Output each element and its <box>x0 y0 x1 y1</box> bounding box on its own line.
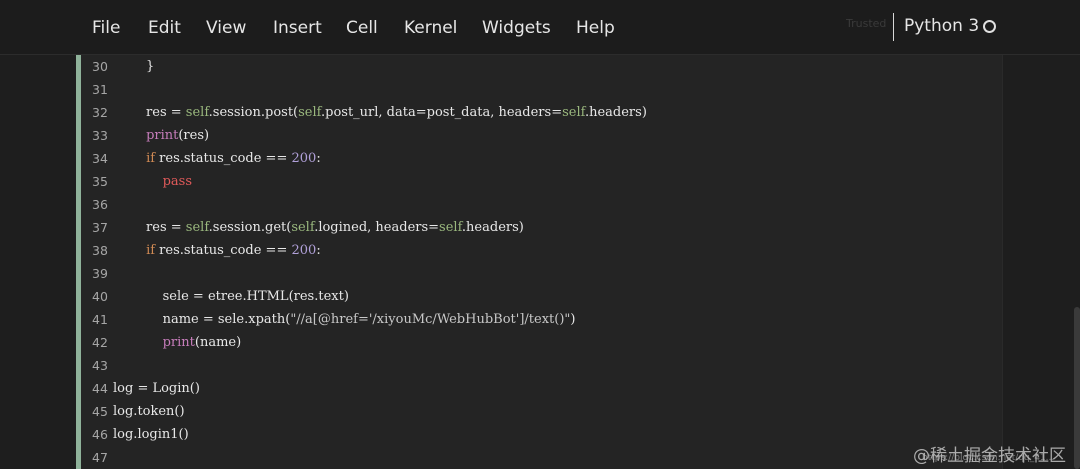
menu-bar: File Edit View Insert Cell Kernel Widget… <box>0 0 1080 55</box>
code-text: log.login1() <box>113 427 189 442</box>
line-number: 39 <box>92 266 108 281</box>
line-number: 31 <box>92 82 108 97</box>
code-text: name = sele.xpath("//a[@href='/xiyouMc/W… <box>113 312 576 327</box>
kernel-name[interactable]: Python 3 <box>904 16 979 36</box>
code-text: sele = etree.HTML(res.text) <box>113 289 349 304</box>
code-line: 36 <box>0 193 900 216</box>
menu-widgets[interactable]: Widgets <box>482 17 551 39</box>
code-text: pass <box>162 174 193 189</box>
menu-cell[interactable]: Cell <box>346 17 378 39</box>
code-line: 42 print(name) <box>0 331 900 354</box>
menu-kernel[interactable]: Kernel <box>404 17 457 39</box>
code-line: 39 <box>0 262 900 285</box>
code-text: if res.status_code == 200: <box>146 151 321 166</box>
code-line: 35 pass <box>0 170 900 193</box>
code-line: 41 name = sele.xpath("//a[@href='/xiyouM… <box>0 308 900 331</box>
code-line: 47 <box>0 446 900 469</box>
code-text: print(res) <box>146 128 210 143</box>
code-line: 37 res = self.session.get(self.logined, … <box>0 216 900 239</box>
line-number: 47 <box>92 450 108 465</box>
kernel-divider <box>893 13 894 41</box>
code-line: 46 log.login1() <box>0 423 900 446</box>
menu-file[interactable]: File <box>92 17 120 39</box>
code-text: print(name) <box>162 335 242 350</box>
code-line: 43 <box>0 354 900 377</box>
code-line: 45 log.token() <box>0 400 900 423</box>
watermark-url: https://blog.csdn.net/qq_41... <box>922 453 1055 463</box>
code-line: 30 } <box>0 55 900 78</box>
code-line: 32 res = self.session.post(self.post_url… <box>0 101 900 124</box>
scrollbar[interactable] <box>1074 307 1080 469</box>
code-line: 31 <box>0 78 900 101</box>
code-text: log.token() <box>113 404 185 419</box>
line-number: 43 <box>92 358 108 373</box>
code-line: 40 sele = etree.HTML(res.text) <box>0 285 900 308</box>
code-text: res = self.session.get(self.logined, hea… <box>113 220 524 235</box>
code-text: log = Login() <box>113 381 200 396</box>
menu-help[interactable]: Help <box>576 17 615 39</box>
trusted-indicator[interactable]: Trusted <box>846 17 886 30</box>
code-line: 44 log = Login() <box>0 377 900 400</box>
menu-view[interactable]: View <box>206 17 246 39</box>
menu-insert[interactable]: Insert <box>273 17 322 39</box>
code-line: 33 print(res) <box>0 124 900 147</box>
cell-right-edge <box>1002 55 1003 469</box>
kernel-idle-circle-icon <box>983 20 996 33</box>
notebook-area: 30 } 31 32 res = self.session.post(self.po… <box>0 55 1080 469</box>
code-text: res = self.session.post(self.post_url, d… <box>113 105 647 120</box>
menu-edit[interactable]: Edit <box>148 17 181 39</box>
code-text: } <box>113 59 155 74</box>
code-line: 38 if res.status_code == 200: <box>0 239 900 262</box>
code-line: 34 if res.status_code == 200: <box>0 147 900 170</box>
code-text: if res.status_code == 200: <box>146 243 321 258</box>
line-number: 36 <box>92 197 108 212</box>
